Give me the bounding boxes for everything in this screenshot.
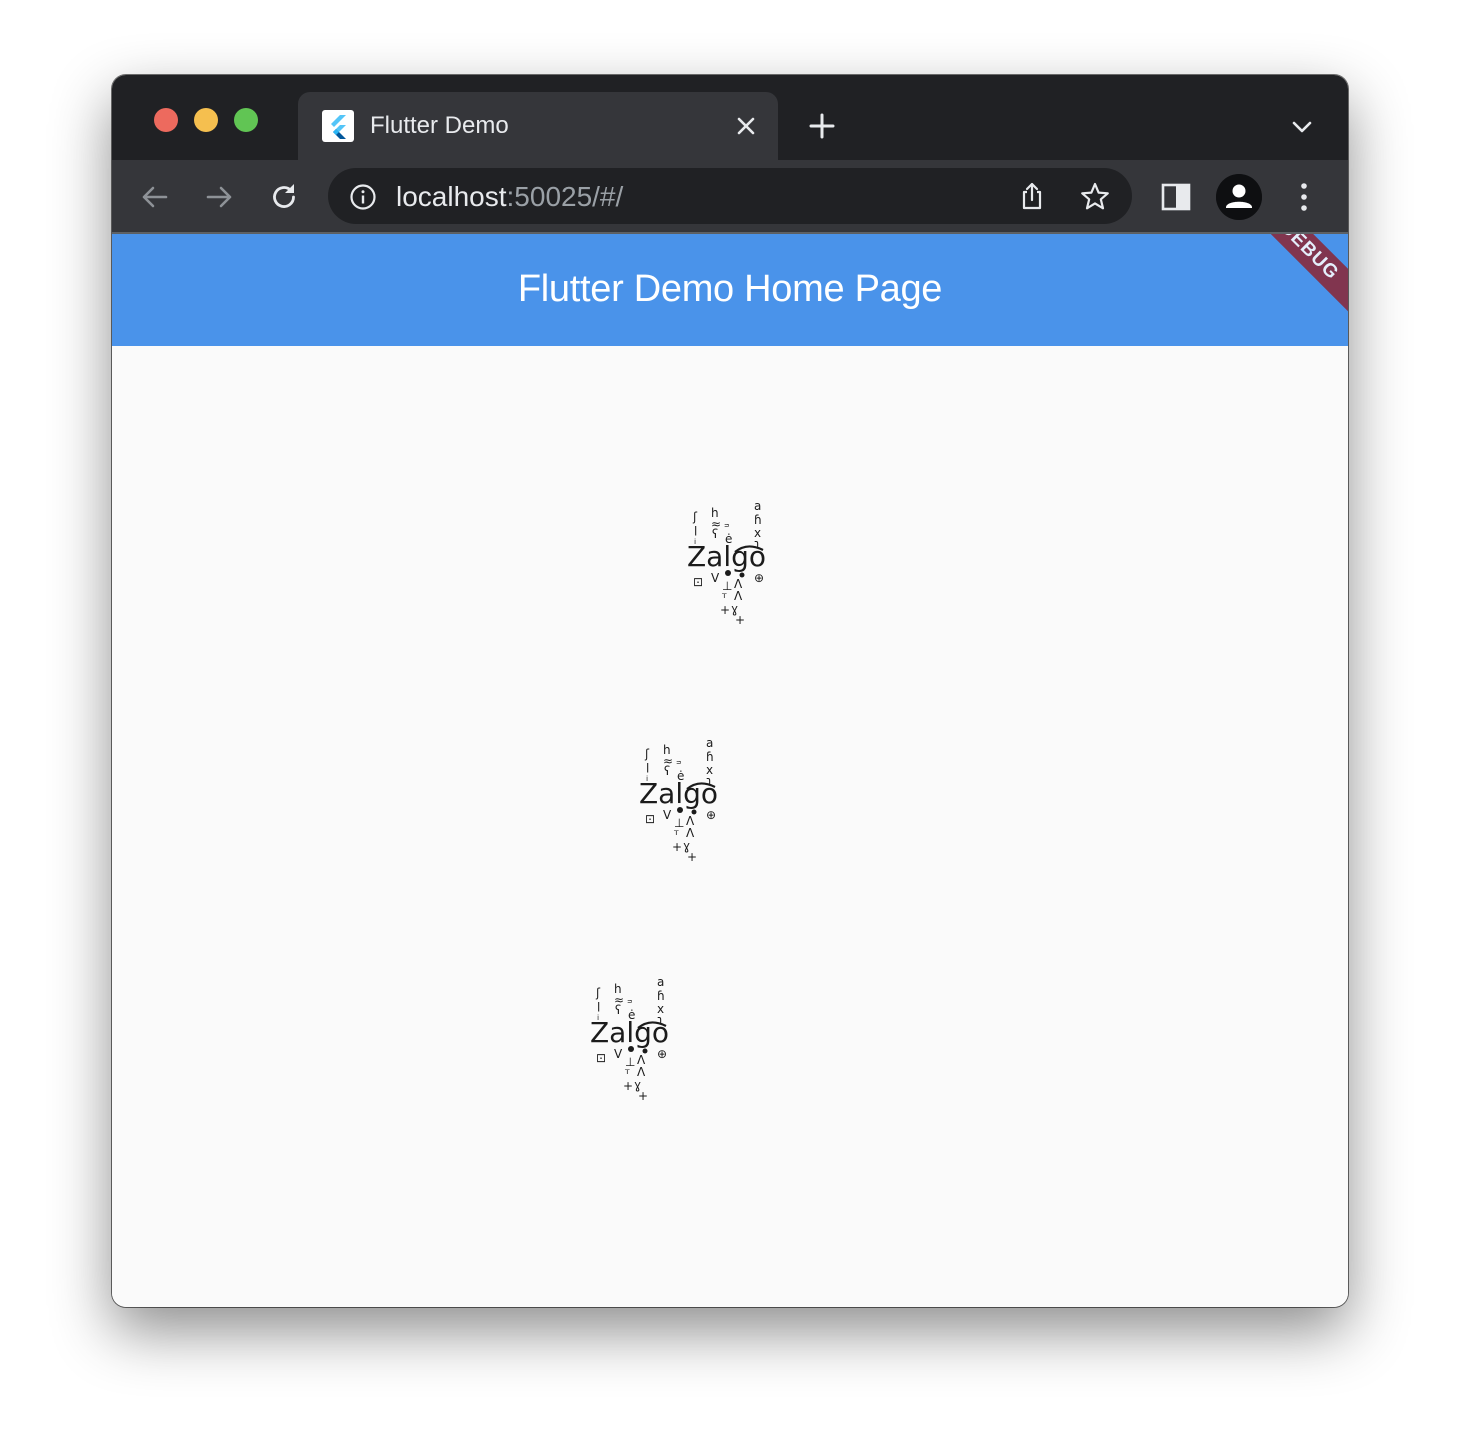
svg-text:⊡: ⊡ bbox=[645, 812, 655, 826]
svg-text:ʕ: ʕ bbox=[712, 527, 718, 541]
svg-text:Λ: Λ bbox=[686, 826, 695, 840]
svg-text:a: a bbox=[754, 500, 761, 513]
zalgo-word: Zalgo bbox=[687, 540, 767, 573]
svg-text:⊡: ⊡ bbox=[693, 575, 703, 589]
svg-text:ɦ: ɦ bbox=[706, 750, 714, 764]
star-icon[interactable] bbox=[1078, 180, 1112, 214]
svg-text:+: + bbox=[672, 840, 682, 854]
kebab-menu-icon[interactable] bbox=[1287, 180, 1321, 214]
close-window-button[interactable] bbox=[154, 108, 178, 132]
plus-icon[interactable] bbox=[806, 110, 838, 142]
person-icon[interactable] bbox=[1216, 174, 1262, 220]
svg-text:ɦ: ɦ bbox=[657, 989, 665, 1003]
svg-text:ɦ: ɦ bbox=[754, 513, 762, 527]
tab-title: Flutter Demo bbox=[370, 112, 509, 139]
url-host: localhost bbox=[396, 181, 507, 212]
tab-strip: Flutter Demo bbox=[112, 75, 1348, 160]
reload-icon[interactable] bbox=[267, 180, 301, 214]
svg-text:+: + bbox=[720, 603, 730, 617]
svg-text:+: + bbox=[735, 613, 745, 626]
info-icon[interactable] bbox=[348, 182, 378, 212]
close-icon[interactable] bbox=[730, 110, 762, 142]
svg-text:Λ: Λ bbox=[734, 589, 743, 603]
browser-toolbar: localhost:50025/#/ bbox=[112, 160, 1348, 233]
svg-text:⊕: ⊕ bbox=[706, 808, 716, 822]
page-title: Flutter Demo Home Page bbox=[517, 268, 943, 310]
url-path: :50025/#/ bbox=[506, 181, 624, 212]
zalgo-word: Zalgo bbox=[590, 1016, 670, 1049]
svg-text:Λ: Λ bbox=[637, 1065, 646, 1079]
zoom-window-button[interactable] bbox=[234, 108, 258, 132]
side-panel-icon[interactable] bbox=[1159, 180, 1193, 214]
svg-text:Ⅴ: Ⅴ bbox=[663, 808, 672, 822]
app-body: ʃꞁᵢ h ≈ ʕ ᵙė aɦxɿ ⊡ Ⅴ ⊥ ᵀ + Λ Λɣ + ⊕ Zalgo ʃꞁᵢ bbox=[112, 346, 1348, 1307]
zalgo-text-2: ʃꞁᵢ h ≈ ʕ ᵙė aɦxɿ ⊡ Ⅴ ⊥ ᵀ + Λ Λɣ + ⊕ Zalgo bbox=[639, 737, 721, 863]
arrow-left-icon[interactable] bbox=[138, 180, 172, 214]
svg-text:+: + bbox=[623, 1079, 633, 1093]
url-text[interactable]: localhost:50025/#/ bbox=[396, 181, 623, 213]
address-bar[interactable]: localhost:50025/#/ bbox=[328, 168, 1132, 224]
svg-text:Ⅴ: Ⅴ bbox=[614, 1047, 623, 1061]
svg-text:a: a bbox=[706, 737, 713, 750]
zalgo-text-3: ʃꞁᵢ h ≈ ʕ ᵙė aɦxɿ ⊡ Ⅴ ⊥ ᵀ + Λ Λɣ + ⊕ Zalgo bbox=[590, 976, 672, 1102]
minimize-window-button[interactable] bbox=[194, 108, 218, 132]
svg-text:Ⅴ: Ⅴ bbox=[711, 571, 720, 585]
browser-window: Flutter Demo localhost:50025/#/ Flutter … bbox=[112, 75, 1348, 1307]
flutter-logo-icon bbox=[322, 110, 354, 142]
zalgo-word: Zalgo bbox=[639, 777, 719, 810]
svg-text:ʕ: ʕ bbox=[615, 1003, 621, 1017]
tab-flutter-demo[interactable]: Flutter Demo bbox=[298, 92, 778, 160]
app-bar: Flutter Demo Home Page DEBUG bbox=[112, 234, 1348, 346]
svg-text:a: a bbox=[657, 976, 664, 989]
svg-text:ʕ: ʕ bbox=[664, 764, 670, 778]
svg-text:⊕: ⊕ bbox=[657, 1047, 667, 1061]
svg-text:⊡: ⊡ bbox=[596, 1051, 606, 1065]
share-icon[interactable] bbox=[1016, 180, 1048, 212]
zalgo-text-1: ʃꞁᵢ h ≈ ʕ ᵙė aɦxɿ ⊡ Ⅴ ⊥ ᵀ + Λ Λɣ + ⊕ Zalgo bbox=[687, 500, 769, 626]
chevron-down-icon[interactable] bbox=[1288, 113, 1316, 141]
svg-text:+: + bbox=[638, 1089, 648, 1102]
svg-text:⊕: ⊕ bbox=[754, 571, 764, 585]
svg-text:+: + bbox=[687, 850, 697, 863]
arrow-right-icon[interactable] bbox=[202, 180, 236, 214]
